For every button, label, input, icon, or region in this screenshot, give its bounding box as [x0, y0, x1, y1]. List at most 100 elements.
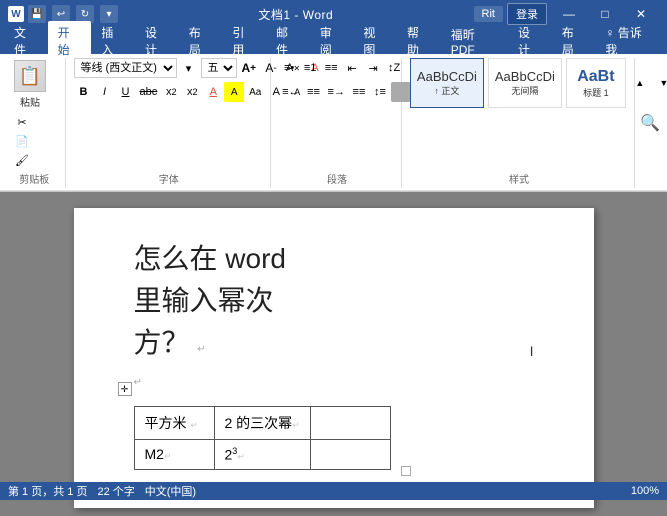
menu-help[interactable]: 帮助 [397, 21, 441, 61]
font-label: 字体 [74, 171, 265, 188]
font-size-up[interactable]: A+ [239, 58, 260, 78]
ribbon: 📋 粘贴 ✂ 📄 🖌 剪贴板 等线 (西文正文) ▾ [0, 54, 667, 192]
font-name-select[interactable]: 等线 (西文正文) [74, 58, 177, 78]
style-heading1[interactable]: AaBt 标题 1 [566, 58, 626, 108]
menu-file[interactable]: 文件 [4, 21, 48, 61]
styles-gallery: AaBbCcDi ↑ 正文 AaBbCcDi 无间隔 AaBt 标题 1 ▲ ▼… [410, 58, 667, 108]
bold-btn[interactable]: B [74, 82, 94, 102]
styles-content: AaBbCcDi ↑ 正文 AaBbCcDi 无间隔 AaBt 标题 1 ▲ ▼… [410, 58, 628, 169]
menu-insert[interactable]: 插入 [91, 21, 135, 61]
heading-line1: 怎么在 word [134, 243, 286, 274]
italic-btn[interactable]: I [95, 82, 115, 102]
highlight-btn[interactable]: A [224, 82, 244, 102]
styles-scroll-up[interactable]: ▲ [630, 73, 650, 93]
table-cell-r1c2[interactable]: 2 的三次幂↵ [214, 407, 310, 440]
menu-foxitpdf[interactable]: 福昕PDF [441, 23, 508, 60]
cell-mark1: ↵ [190, 420, 198, 430]
style-no-spacing[interactable]: AaBbCcDi 无间隔 [488, 58, 562, 108]
table-move-handle[interactable]: ✛ [118, 382, 132, 396]
font-color-btn[interactable]: A [203, 82, 223, 102]
menu-layout[interactable]: 布局 [179, 21, 223, 61]
menu-references[interactable]: 引用 [222, 21, 266, 61]
paragraph-label: 段落 [279, 171, 395, 188]
style-normal-label: ↑ 正文 [434, 84, 459, 97]
numbering-btn[interactable]: ≡1 [300, 58, 320, 78]
table-cell-r1c3-extra [310, 407, 390, 440]
font-content: 等线 (西文正文) ▾ 五号 A+ A- A✕ A B I U abc x [74, 58, 265, 169]
styles-group: AaBbCcDi ↑ 正文 AaBbCcDi 无间隔 AaBt 标题 1 ▲ ▼… [404, 58, 635, 188]
menu-home[interactable]: 开始 [48, 21, 92, 61]
style-heading1-preview: AaBt [577, 68, 614, 86]
status-lang: 中文(中国) [145, 483, 196, 499]
clipboard-small-btns: ✂ 📄 🖌 [12, 113, 32, 169]
status-words: 22 个字 [97, 483, 134, 499]
clipboard-group: 📋 粘贴 ✂ 📄 🖌 剪贴板 [4, 58, 66, 188]
status-page: 第 1 页，共 1 页 [8, 483, 87, 499]
justify-btn[interactable]: ≡≡ [349, 82, 369, 102]
underline-btn[interactable]: U [116, 82, 136, 102]
para-mark2: ↵ [134, 377, 142, 388]
clipboard-label: 剪贴板 [10, 171, 59, 188]
table-cell-r2c1[interactable]: M2↵ [134, 440, 214, 470]
word-icon: W [8, 6, 24, 22]
para-content: ≡• ≡1 ≡≡ ⇤ ⇥ ↕Z ¶ ≡← ≡≡ ≡→ ≡≡ ↕≡ ⊞ [279, 58, 395, 169]
indent-decrease[interactable]: ⇤ [342, 58, 362, 78]
font-group: 等线 (西文正文) ▾ 五号 A+ A- A✕ A B I U abc x [68, 58, 272, 188]
table-row-2: M2↵ 23↵ [134, 440, 390, 470]
style-nospacing-label: 无间隔 [511, 84, 538, 97]
table-container: ✛ 平方米 ↵ 2 的三次幂↵ M2↵ [134, 398, 391, 470]
indent-increase[interactable]: ⇥ [363, 58, 383, 78]
menu-design[interactable]: 设计 [135, 21, 179, 61]
font-aa-btn[interactable]: Aa [245, 82, 265, 102]
status-zoom: 100% [631, 485, 659, 497]
format-painter-btn[interactable]: 🖌 [12, 151, 32, 169]
menu-design2[interactable]: 设计 [508, 21, 552, 61]
paste-label: 粘贴 [20, 94, 40, 109]
styles-scroll-down[interactable]: ▼ [654, 73, 667, 93]
align-right-btn[interactable]: ≡→ [325, 82, 348, 102]
menu-layout2[interactable]: 布局 [552, 21, 596, 61]
cell-mark3: ↵ [164, 451, 172, 461]
status-bar: 第 1 页，共 1 页 22 个字 中文(中国) 100% [0, 482, 667, 500]
menu-tellme[interactable]: ♀ 告诉我 [595, 21, 663, 61]
menu-mailings[interactable]: 邮件 [266, 21, 310, 61]
heading-text[interactable]: 怎么在 word 里输入幂次 方？ ↵ [134, 238, 534, 364]
strikethrough-btn[interactable]: abc [137, 82, 161, 102]
para-mark1: ↵ [197, 344, 205, 355]
search-icon-btn[interactable]: 🔍 [637, 113, 663, 133]
share-btn[interactable]: Rit [474, 6, 503, 22]
font-name-dropdown[interactable]: ▾ [179, 58, 199, 78]
cell-mark4: ↵ [237, 452, 245, 462]
clipboard-content: 📋 粘贴 ✂ 📄 🖌 [10, 58, 59, 169]
align-left-btn[interactable]: ≡← [279, 82, 302, 102]
styles-label: 样式 [410, 171, 628, 188]
doc-area: 怎么在 word 里输入幂次 方？ ↵ ↵ ✛ 平方米 ↵ 2 的三次幂↵ [0, 192, 667, 516]
line-spacing-btn[interactable]: ↕≡ [370, 82, 390, 102]
bullets-btn[interactable]: ≡• [279, 58, 299, 78]
menu-view[interactable]: 视图 [353, 21, 397, 61]
menu-review[interactable]: 审阅 [310, 21, 354, 61]
heading-line2: 里输入幂次 [134, 285, 274, 316]
menu-bar: 文件 开始 插入 设计 布局 引用 邮件 审阅 视图 帮助 福昕PDF 设计 布… [0, 28, 667, 54]
subscript-btn[interactable]: x2 [161, 82, 181, 102]
align-center-btn[interactable]: ≡≡ [304, 82, 324, 102]
sort-btn[interactable]: ↕Z [384, 58, 404, 78]
cell-mark2: ↵ [292, 420, 300, 430]
copy-btn[interactable]: 📄 [12, 132, 32, 150]
style-heading1-label: 标题 1 [583, 86, 609, 99]
text-cursor[interactable]: I [530, 343, 534, 359]
table-resize-handle[interactable] [401, 466, 411, 476]
cut-btn[interactable]: ✂ [12, 113, 32, 131]
paste-btn[interactable]: 📋 粘贴 [10, 58, 50, 111]
table-row-1: 平方米 ↵ 2 的三次幂↵ [134, 407, 390, 440]
paste-icon: 📋 [14, 60, 46, 92]
page: 怎么在 word 里输入幂次 方？ ↵ ↵ ✛ 平方米 ↵ 2 的三次幂↵ [74, 208, 594, 508]
style-normal[interactable]: AaBbCcDi ↑ 正文 [410, 58, 484, 108]
font-size-select[interactable]: 五号 [201, 58, 237, 78]
superscript-btn[interactable]: x2 [182, 82, 202, 102]
table-cell-r2c2[interactable]: 23↵ [214, 440, 310, 470]
table-cell-r2c3-extra [310, 440, 390, 470]
table-cell-r1c1[interactable]: 平方米 ↵ [134, 407, 214, 440]
multilevel-btn[interactable]: ≡≡ [321, 58, 341, 78]
ribbon-body: 📋 粘贴 ✂ 📄 🖌 剪贴板 等线 (西文正文) ▾ [0, 54, 667, 191]
